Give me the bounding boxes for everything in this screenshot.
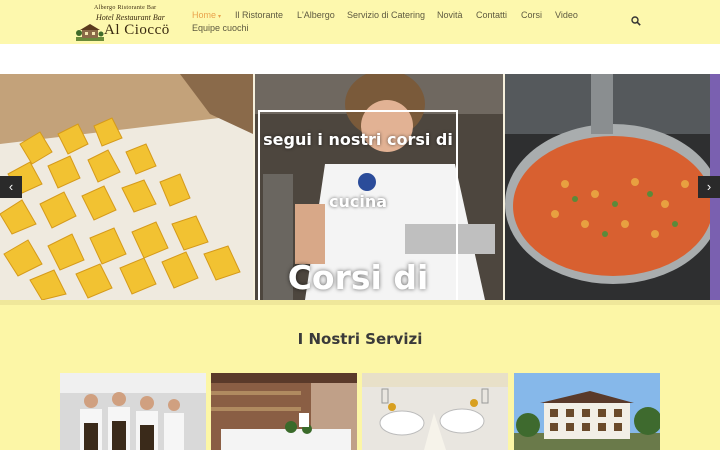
header-divider: [0, 44, 720, 74]
nav-catering[interactable]: Servizio di Catering: [347, 10, 425, 20]
house-logo-icon: [76, 24, 104, 41]
nav-equipe-cuochi[interactable]: Equipe cuochi: [192, 23, 249, 33]
site-header: Albergo Ristorante Bar Hotel Restaurant …: [0, 0, 720, 44]
nav-novita[interactable]: Novità: [437, 10, 463, 20]
slide-photo-pan: [505, 74, 720, 300]
nav-il-ristorante[interactable]: Il Ristorante: [235, 10, 283, 20]
slide-caption-line2: cucina: [328, 192, 388, 211]
slider-prev-button[interactable]: ‹: [0, 176, 22, 198]
chevron-left-icon: ‹: [8, 179, 14, 194]
slide-caption-line1: segui i nostri corsi di: [263, 130, 453, 149]
search-icon[interactable]: [631, 16, 641, 26]
chevron-down-icon: ▾: [218, 14, 222, 20]
logo-subtitle: Hotel Restaurant Bar: [96, 13, 165, 22]
hero-slider: segui i nostri corsi di cucina Corsi di …: [0, 74, 720, 300]
nav-corsi[interactable]: Corsi: [521, 10, 542, 20]
service-thumb-catering[interactable]: [362, 373, 508, 450]
chevron-right-icon: ›: [706, 179, 712, 194]
nav-albergo[interactable]: L'Albergo: [297, 10, 335, 20]
nav-home[interactable]: Home ▾: [192, 10, 221, 20]
nav-contatti[interactable]: Contatti: [476, 10, 507, 20]
logo-name: Al Cioccö: [104, 22, 170, 38]
service-thumb-ristorante[interactable]: [211, 373, 357, 450]
service-thumb-albergo[interactable]: [514, 373, 660, 450]
nav-home-label: Home: [192, 10, 217, 20]
service-thumb-corsi[interactable]: [60, 373, 206, 450]
nav-video[interactable]: Video: [555, 10, 578, 20]
services-title: I Nostri Servizi: [297, 330, 423, 348]
section-divider: [0, 300, 720, 305]
slide-caption-big: Corsi di: [287, 258, 429, 297]
site-logo[interactable]: Albergo Ristorante Bar Hotel Restaurant …: [76, 5, 178, 41]
slide-photo-pasta: [0, 74, 253, 300]
slider-next-button[interactable]: ›: [698, 176, 720, 198]
logo-tagline: Albergo Ristorante Bar: [94, 5, 157, 11]
